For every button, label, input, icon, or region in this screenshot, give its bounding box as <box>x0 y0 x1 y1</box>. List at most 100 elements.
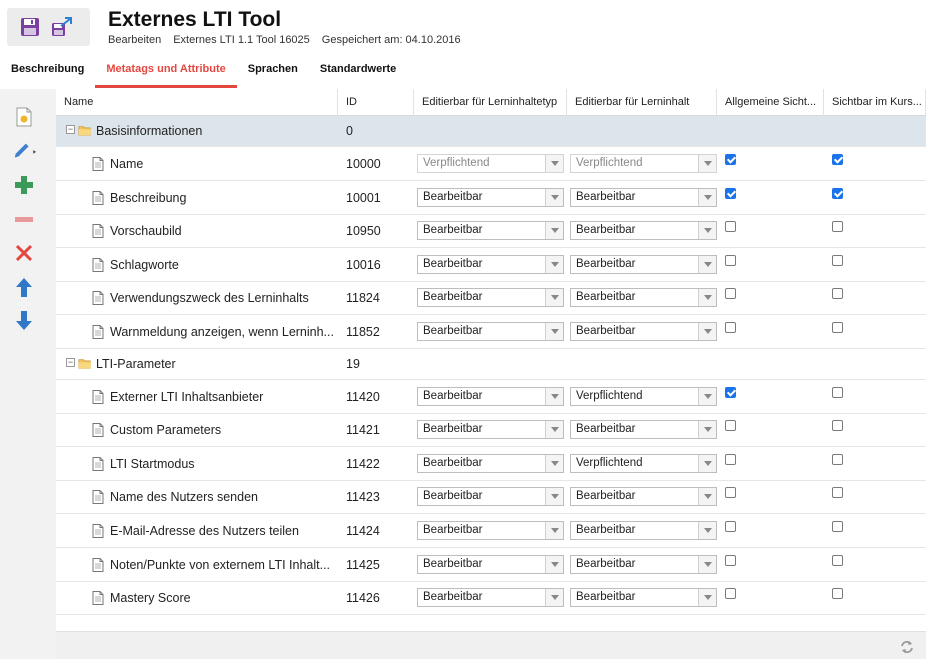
content-editable-select[interactable]: Bearbeitbar <box>570 288 717 307</box>
column-header-course-visibility[interactable]: Sichtbar im Kurs... <box>824 89 926 116</box>
table-row[interactable]: E-Mail-Adresse des Nutzers teilen 11424 Be… <box>56 514 926 548</box>
type-editable-select[interactable]: Bearbeitbar <box>417 454 564 473</box>
type-editable-select[interactable]: Bearbeitbar <box>417 420 564 439</box>
refresh-icon[interactable] <box>900 640 914 654</box>
table-row[interactable]: Vorschaubild 10950 Bearbeitbar Bearbeitbar <box>56 214 926 248</box>
collapse-toggle-icon[interactable]: − <box>66 357 75 367</box>
chevron-down-icon[interactable] <box>698 589 716 606</box>
general-visibility-checkbox[interactable] <box>725 221 736 232</box>
edit-pencil-icon[interactable] <box>12 139 36 163</box>
chevron-down-icon[interactable] <box>545 323 563 340</box>
course-visibility-checkbox[interactable] <box>832 420 843 431</box>
table-row[interactable]: Beschreibung 10001 Bearbeitbar Bearbeitbar <box>56 181 926 215</box>
tab-sprachen[interactable]: Sprachen <box>237 60 309 88</box>
chevron-down-icon[interactable] <box>545 455 563 472</box>
add-icon[interactable] <box>12 173 36 197</box>
column-header-editable-type[interactable]: Editierbar für Lerninhaltetyp <box>414 89 567 116</box>
table-row[interactable]: Noten/Punkte von externem LTI Inhalt... 1… <box>56 548 926 582</box>
chevron-down-icon[interactable] <box>545 222 563 239</box>
chevron-down-icon[interactable] <box>545 488 563 505</box>
content-editable-select[interactable]: Bearbeitbar <box>570 420 717 439</box>
content-editable-select[interactable]: Bearbeitbar <box>570 588 717 607</box>
general-visibility-checkbox[interactable] <box>725 555 736 566</box>
type-editable-select[interactable]: Bearbeitbar <box>417 387 564 406</box>
group-row[interactable]: − Basisinformationen 0 <box>56 116 926 147</box>
column-header-name[interactable]: Name <box>56 89 338 116</box>
general-visibility-checkbox[interactable] <box>725 255 736 266</box>
content-editable-select[interactable]: Bearbeitbar <box>570 521 717 540</box>
save-icon[interactable] <box>19 16 41 38</box>
general-visibility-checkbox[interactable] <box>725 588 736 599</box>
chevron-down-icon[interactable] <box>698 556 716 573</box>
table-row[interactable]: Verwendungszweck des Lerninhalts 11824 Bea… <box>56 281 926 315</box>
table-row[interactable]: Schlagworte 10016 Bearbeitbar Bearbeitbar <box>56 248 926 282</box>
general-visibility-checkbox[interactable] <box>725 188 736 199</box>
type-editable-select[interactable]: Bearbeitbar <box>417 221 564 240</box>
column-header-id[interactable]: ID <box>338 89 414 116</box>
type-editable-select[interactable]: Bearbeitbar <box>417 288 564 307</box>
general-visibility-checkbox[interactable] <box>725 322 736 333</box>
type-editable-select[interactable]: Bearbeitbar <box>417 521 564 540</box>
table-row[interactable]: Custom Parameters 11421 Bearbeitbar Bearbei… <box>56 413 926 447</box>
general-visibility-checkbox[interactable] <box>725 487 736 498</box>
course-visibility-checkbox[interactable] <box>832 588 843 599</box>
table-row[interactable]: Name des Nutzers senden 11423 Bearbeitbar B… <box>56 480 926 514</box>
chevron-down-icon[interactable] <box>545 189 563 206</box>
content-editable-select[interactable]: Verpflichtend <box>570 387 717 406</box>
course-visibility-checkbox[interactable] <box>832 288 843 299</box>
type-editable-select[interactable]: Bearbeitbar <box>417 487 564 506</box>
course-visibility-checkbox[interactable] <box>832 555 843 566</box>
chevron-down-icon[interactable] <box>698 189 716 206</box>
course-visibility-checkbox[interactable] <box>832 255 843 266</box>
content-editable-select[interactable]: Verpflichtend <box>570 454 717 473</box>
move-up-icon[interactable] <box>12 275 36 299</box>
chevron-down-icon[interactable] <box>698 388 716 405</box>
chevron-down-icon[interactable] <box>698 455 716 472</box>
general-visibility-checkbox[interactable] <box>725 154 736 165</box>
general-visibility-checkbox[interactable] <box>725 387 736 398</box>
chevron-down-icon[interactable] <box>545 388 563 405</box>
chevron-down-icon[interactable] <box>698 222 716 239</box>
chevron-down-icon[interactable] <box>698 256 716 273</box>
type-editable-select[interactable]: Bearbeitbar <box>417 255 564 274</box>
general-visibility-checkbox[interactable] <box>725 420 736 431</box>
chevron-down-icon[interactable] <box>545 556 563 573</box>
table-row[interactable]: Name 10000 Verpflichtend Verpflichtend <box>56 147 926 181</box>
chevron-down-icon[interactable] <box>698 522 716 539</box>
column-header-general-visibility[interactable]: Allgemeine Sicht... <box>717 89 824 116</box>
general-visibility-checkbox[interactable] <box>725 521 736 532</box>
content-editable-select[interactable]: Bearbeitbar <box>570 188 717 207</box>
column-header-editable-content[interactable]: Editierbar für Lerninhalt <box>567 89 717 116</box>
tab-standardwerte[interactable]: Standardwerte <box>309 60 407 88</box>
type-editable-select[interactable]: Bearbeitbar <box>417 322 564 341</box>
chevron-down-icon[interactable] <box>698 421 716 438</box>
type-editable-select[interactable]: Bearbeitbar <box>417 555 564 574</box>
course-visibility-checkbox[interactable] <box>832 521 843 532</box>
chevron-down-icon[interactable] <box>698 488 716 505</box>
course-visibility-checkbox[interactable] <box>832 487 843 498</box>
course-visibility-checkbox[interactable] <box>832 322 843 333</box>
content-editable-select[interactable]: Bearbeitbar <box>570 555 717 574</box>
course-visibility-checkbox[interactable] <box>832 188 843 199</box>
content-editable-select[interactable]: Bearbeitbar <box>570 255 717 274</box>
chevron-down-icon[interactable] <box>545 256 563 273</box>
type-editable-select[interactable]: Bearbeitbar <box>417 188 564 207</box>
course-visibility-checkbox[interactable] <box>832 387 843 398</box>
general-visibility-checkbox[interactable] <box>725 454 736 465</box>
content-editable-select[interactable]: Bearbeitbar <box>570 487 717 506</box>
tab-beschreibung[interactable]: Beschreibung <box>0 60 95 88</box>
collapse-toggle-icon[interactable]: − <box>66 125 75 134</box>
new-document-icon[interactable] <box>12 105 36 129</box>
table-row[interactable]: Warnmeldung anzeigen, wenn Lerninh... 118… <box>56 315 926 349</box>
table-row[interactable]: Mastery Score 11426 Bearbeitbar Bearbeitbar <box>56 581 926 615</box>
delete-icon[interactable] <box>12 241 36 265</box>
table-row[interactable]: LTI Startmodus 11422 Bearbeitbar Verpflicht… <box>56 447 926 481</box>
chevron-down-icon[interactable] <box>545 522 563 539</box>
tab-metatags-und-attribute[interactable]: Metatags und Attribute <box>95 60 237 88</box>
chevron-down-icon[interactable] <box>545 421 563 438</box>
type-editable-select[interactable]: Bearbeitbar <box>417 588 564 607</box>
group-row[interactable]: − LTI-Parameter 19 <box>56 349 926 380</box>
course-visibility-checkbox[interactable] <box>832 154 843 165</box>
remove-icon[interactable] <box>12 207 36 231</box>
chevron-down-icon[interactable] <box>545 589 563 606</box>
